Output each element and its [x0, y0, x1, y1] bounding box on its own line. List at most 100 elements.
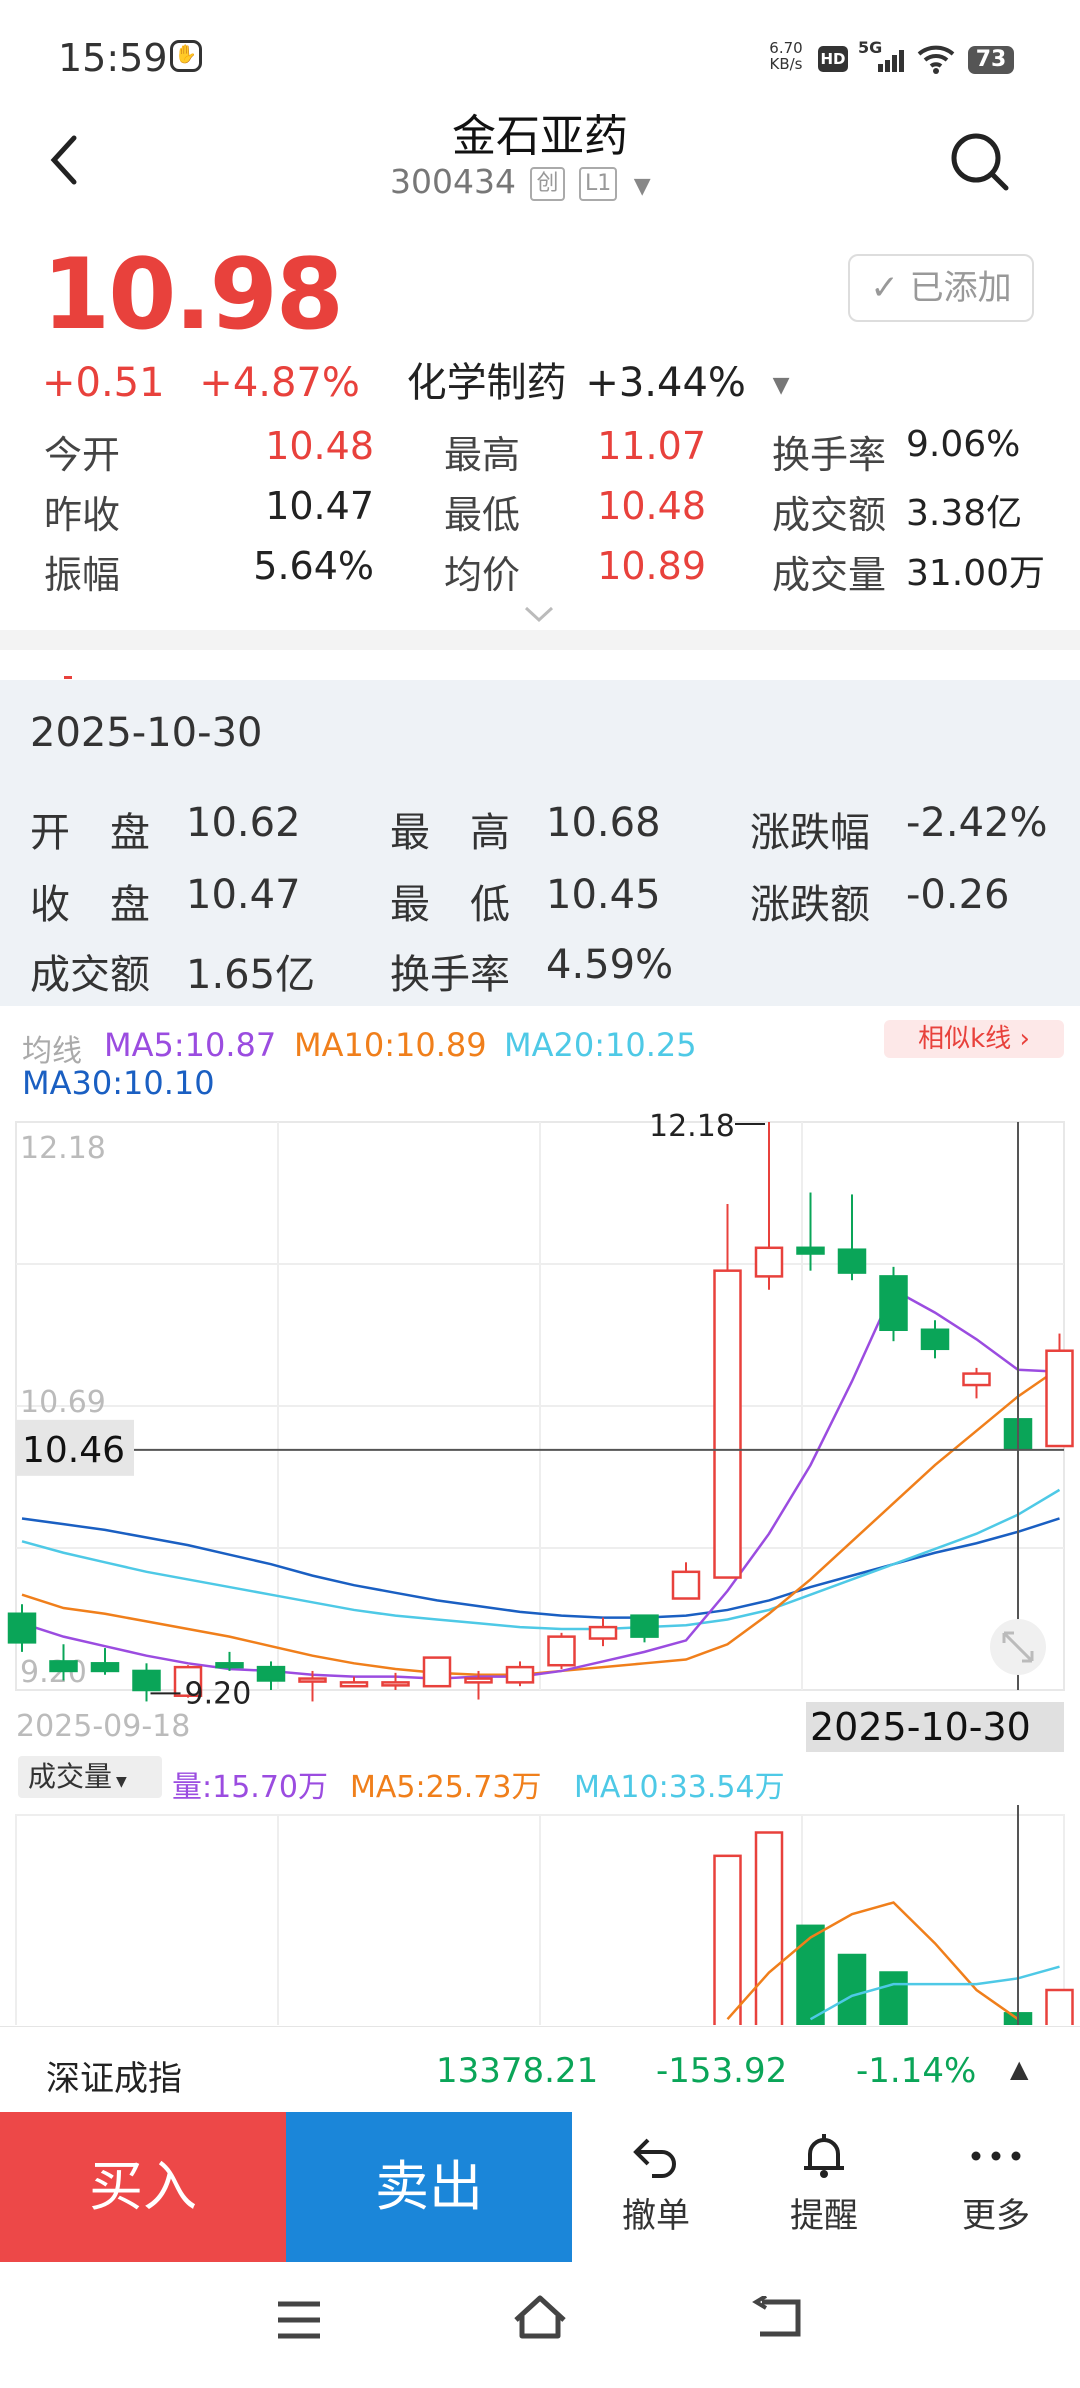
price-change: +0.51: [42, 360, 165, 406]
low-marker-label: 9.20: [185, 1676, 252, 1711]
back-nav-icon[interactable]: [752, 2296, 806, 2340]
chg-pct-label: 涨跌幅: [750, 810, 870, 856]
change-row: +0.51 +4.87% 化学制药 +3.44% ▼: [42, 350, 790, 408]
index-pct: -1.14%: [856, 2051, 977, 2091]
stat-value: 3.38亿: [906, 493, 1023, 534]
net-speed: 6.70 KB/s: [766, 40, 806, 72]
price-change-pct: +4.87%: [199, 360, 360, 406]
candle-body: [630, 1614, 659, 1638]
high-label: 最 高: [390, 810, 510, 856]
hd-icon: HD: [818, 46, 848, 72]
ma10-legend: MA10:10.89: [294, 1026, 487, 1064]
chg-pct-value: -2.42%: [906, 800, 1048, 846]
candle-body: [256, 1665, 286, 1682]
chg-value: -0.26: [906, 872, 1010, 918]
sector-change: +3.44%: [585, 360, 746, 406]
y-axis-mid-label: 10.69: [20, 1385, 106, 1420]
stat-value: 10.48: [597, 484, 706, 528]
similar-kline-label: 相似k线: [918, 1024, 1012, 1054]
stat-label: 振幅: [44, 553, 121, 597]
volume-selector-label: 成交量: [28, 1760, 113, 1793]
volume-ma5: MA5:25.73万: [350, 1770, 542, 1805]
status-time: 15:59: [58, 36, 168, 80]
candle-body: [381, 1681, 410, 1687]
turnover-label: 换手率: [390, 952, 510, 998]
bell-icon: [804, 2134, 844, 2178]
status-bar: 15:59 ✋ 6.70 KB/s HD 5G 73: [0, 0, 1080, 110]
index-name: 深证成指: [46, 2059, 182, 2099]
candle-body: [837, 1248, 867, 1274]
cancel-order-label: 撤单: [622, 2196, 690, 2236]
alert-button[interactable]: 提醒: [764, 2132, 884, 2237]
x-axis-start-label: 2025-09-18: [16, 1709, 190, 1744]
sector-name[interactable]: 化学制药: [407, 360, 567, 406]
candle-body: [713, 1269, 742, 1579]
similar-kline-button[interactable]: 相似k线 ›: [884, 1020, 1064, 1058]
stock-name: 金石亚药: [452, 111, 628, 162]
volume-bar: [796, 1924, 825, 2025]
volume-selector[interactable]: 成交量 ▼: [18, 1756, 162, 1798]
candle-body: [215, 1662, 244, 1669]
caret-down-icon: ▼: [116, 1774, 127, 1790]
divider: [0, 630, 1080, 650]
more-icon: [971, 2151, 1021, 2161]
candle-body: [1045, 1349, 1074, 1448]
candle-body: [754, 1246, 784, 1278]
stat-value: 5.64%: [253, 544, 374, 588]
candle-body: [298, 1677, 327, 1683]
chevron-down-icon[interactable]: ▼: [773, 373, 790, 398]
amount-value: 1.65亿: [186, 952, 316, 998]
wifi-icon: [917, 45, 955, 74]
cancel-order-button[interactable]: 撤单: [596, 2132, 716, 2237]
ohlc-detail-panel: 2025-10-30 开 盘 10.62 最 高 10.68 涨跌幅 -2.42…: [0, 680, 1080, 1006]
expand-chevron-icon[interactable]: [522, 604, 556, 624]
index-ticker[interactable]: 深证成指 13378.21 -153.92 -1.14% ▲: [0, 2026, 1080, 2112]
stat-label: 成交额: [772, 493, 887, 537]
more-button[interactable]: 更多: [936, 2132, 1056, 2237]
stat-label: 昨收: [44, 493, 121, 537]
candle-body: [962, 1372, 991, 1387]
turnover-value: 4.59%: [546, 942, 674, 988]
candle-body: [132, 1669, 161, 1692]
chinext-badge: 创: [530, 166, 565, 201]
candle-body: [588, 1625, 618, 1640]
signal-icon: 5G: [858, 38, 908, 74]
stat-label: 今开: [44, 433, 121, 477]
candle-body: [422, 1656, 452, 1688]
volume-chart[interactable]: [0, 1805, 1080, 2025]
stock-code-row[interactable]: 300434 创 L1 ▼: [390, 162, 651, 201]
candle-body: [879, 1275, 908, 1332]
stat-value: 10.89: [597, 544, 706, 588]
stat-label: 最低: [444, 493, 521, 537]
stat-label: 均价: [444, 553, 521, 597]
volume-bar: [713, 1854, 742, 2025]
ma20-legend: MA20:10.25: [504, 1026, 697, 1064]
menu-icon[interactable]: [274, 2298, 324, 2342]
volume-bar: [1045, 1988, 1074, 2025]
home-icon[interactable]: [510, 2292, 570, 2342]
search-icon[interactable]: [948, 130, 1012, 194]
app-notification-icon: ✋: [170, 40, 202, 72]
y-axis-top-label: 12.18: [20, 1131, 106, 1166]
added-watchlist-button[interactable]: ✓ 已添加: [848, 254, 1034, 322]
stat-value: 9.06%: [906, 424, 1021, 465]
ma5-legend: MA5:10.87: [104, 1026, 277, 1064]
index-change: -153.92: [656, 2051, 788, 2091]
sell-button[interactable]: 卖出: [286, 2112, 572, 2262]
caret-up-icon[interactable]: ▲: [1010, 2055, 1028, 2083]
candle-body: [920, 1328, 950, 1351]
kline-chart[interactable]: 12.1810.699.2012.189.2010.462025-09-18 20…: [0, 1110, 1080, 1810]
current-price: 10.98: [42, 238, 344, 352]
check-icon: ✓: [870, 268, 910, 308]
candle-body: [547, 1635, 576, 1667]
buy-button[interactable]: 买入: [0, 2112, 286, 2262]
close-label: 收 盘: [30, 882, 150, 928]
candle-body: [339, 1681, 369, 1688]
more-label: 更多: [962, 2196, 1030, 2236]
cursor-date-label: 2025-10-30: [810, 1705, 1031, 1749]
cursor-price-label: 10.46: [22, 1430, 125, 1471]
ma30-legend: MA30:10.10: [22, 1064, 215, 1102]
volume-bar: [879, 1971, 908, 2025]
index-value: 13378.21: [436, 2051, 599, 2091]
volume-q: 量:15.70万: [172, 1770, 328, 1805]
